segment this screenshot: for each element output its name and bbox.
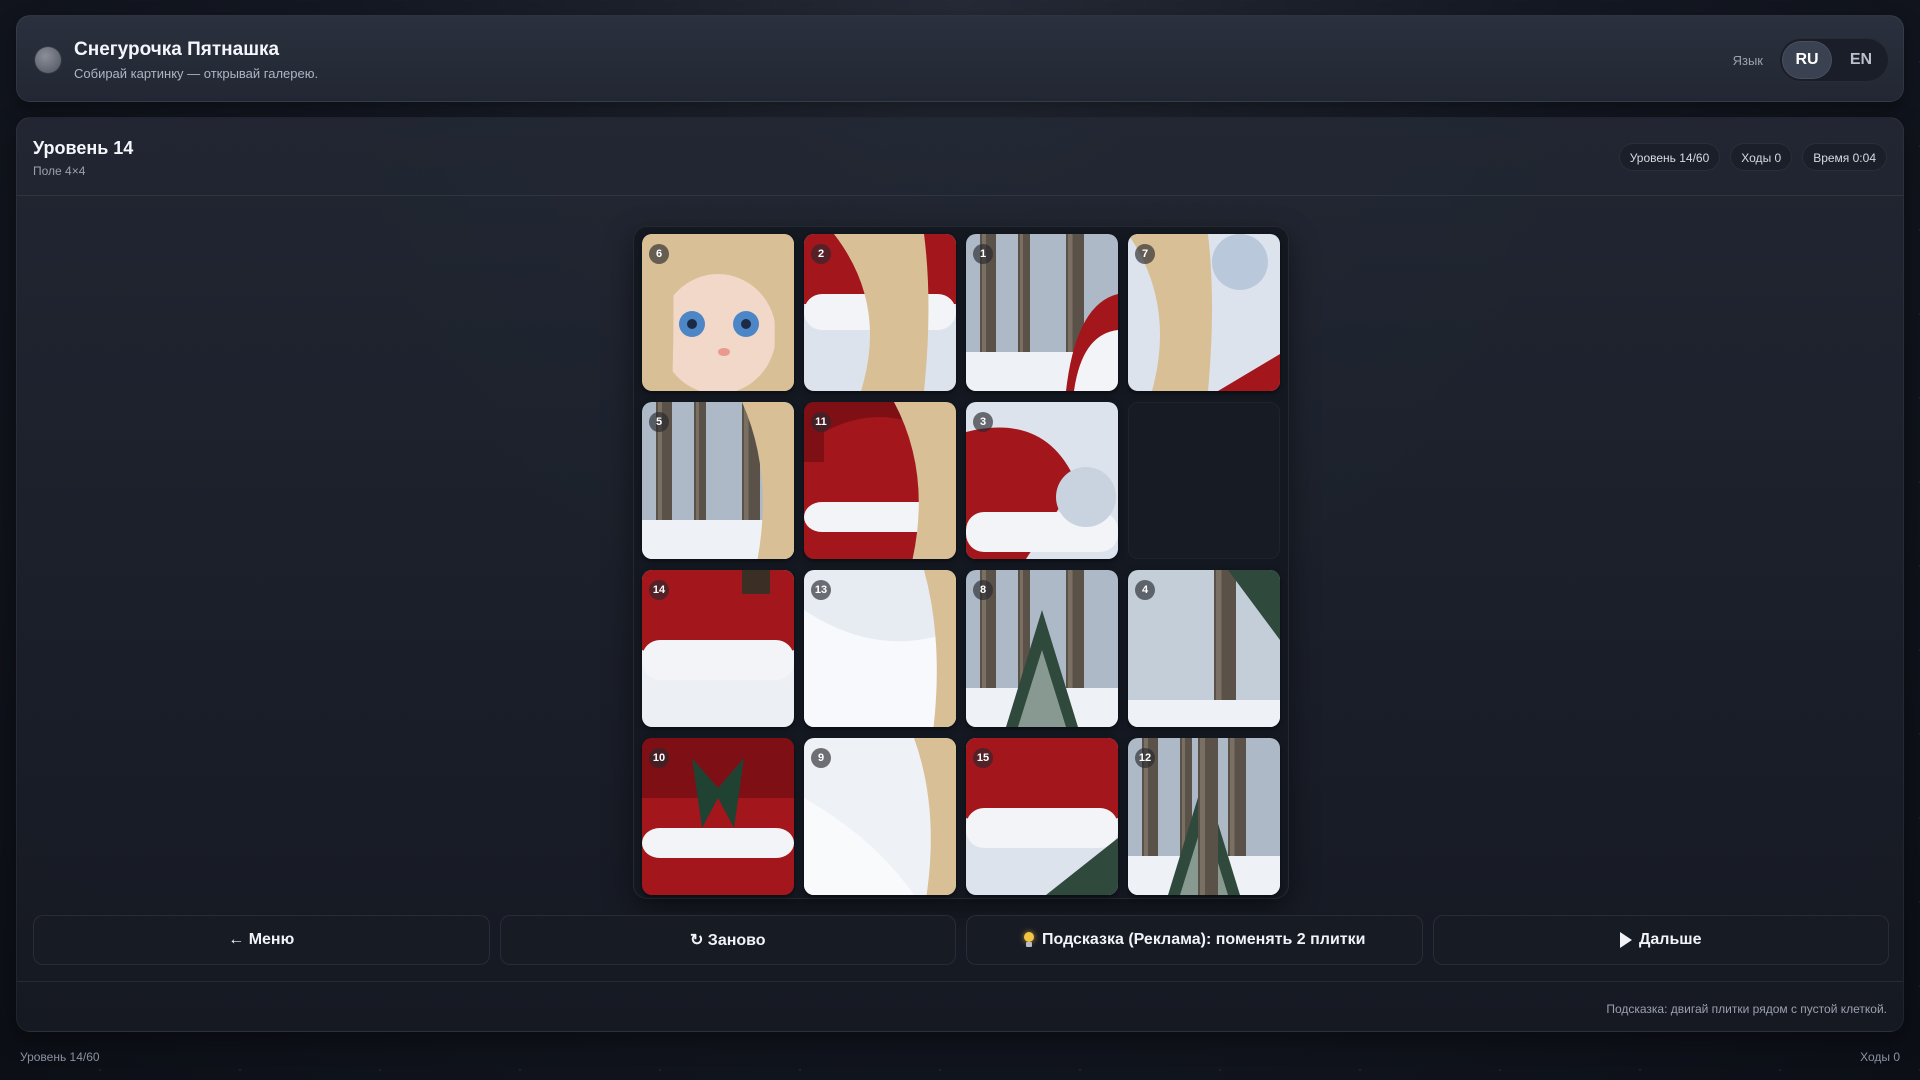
restart-button[interactable]: ↻ Заново: [499, 915, 956, 965]
board-size-label: Поле 4×4: [33, 164, 86, 178]
tile-number-badge: 1: [973, 244, 993, 264]
language-en-button[interactable]: EN: [1836, 41, 1886, 79]
puzzle-tile[interactable]: 6: [642, 234, 794, 391]
tile-number-badge: 9: [811, 748, 831, 768]
lightbulb-icon: [1023, 932, 1035, 948]
tile-number-badge: 11: [811, 412, 831, 432]
puzzle-tile[interactable]: 2: [804, 234, 956, 391]
puzzle-tile[interactable]: 10: [642, 738, 794, 895]
header-divider: [17, 195, 1903, 196]
footer-divider: [17, 981, 1903, 982]
puzzle-tile[interactable]: 13: [804, 570, 956, 727]
app-logo-icon: [35, 47, 61, 73]
language-switcher: RU EN: [1779, 38, 1889, 82]
next-button-label: Дальше: [1638, 931, 1702, 948]
menu-button-label: ← Меню: [228, 931, 295, 948]
action-bar: ← Меню ↻ Заново Подсказка (Реклама): пом…: [33, 915, 1889, 965]
level-counter-badge: Уровень 14/60: [1618, 143, 1721, 171]
tile-number-badge: 7: [1135, 244, 1155, 264]
tile-number-badge: 3: [973, 412, 993, 432]
app-header: Снегурочка Пятнашка Собирай картинку — о…: [16, 15, 1904, 102]
puzzle-tile[interactable]: 5: [642, 402, 794, 559]
footer-level: Уровень 14/60: [20, 1050, 100, 1064]
puzzle-board: 6 2 1 7 5 11 3 14 13 8 4 10 9 15 12: [633, 226, 1289, 899]
play-icon: [1619, 932, 1632, 948]
menu-button[interactable]: ← Меню: [33, 915, 490, 965]
timer-badge: Время 0:04: [1802, 143, 1887, 171]
tile-number-badge: 14: [649, 580, 669, 600]
puzzle-tile[interactable]: 11: [804, 402, 956, 559]
app-title: Снегурочка Пятнашка: [74, 39, 280, 60]
tile-number-badge: 13: [811, 580, 831, 600]
hint-text: Подсказка: двигай плитки рядом с пустой …: [1606, 1002, 1887, 1016]
empty-cell: [1128, 402, 1280, 559]
hint-swap-button[interactable]: Подсказка (Реклама): поменять 2 плитки: [966, 915, 1423, 965]
language-label: Язык: [1732, 53, 1763, 68]
footer-moves: Ходы 0: [1860, 1050, 1900, 1064]
game-panel: Уровень 14 Поле 4×4 Уровень 14/60 Ходы 0…: [16, 117, 1904, 1032]
level-title: Уровень 14: [33, 138, 134, 158]
tile-number-badge: 4: [1135, 580, 1155, 600]
tile-number-badge: 6: [649, 244, 669, 264]
puzzle-tile[interactable]: 7: [1128, 234, 1280, 391]
hint-button-label: Подсказка (Реклама): поменять 2 плитки: [1042, 931, 1366, 948]
tile-number-badge: 8: [973, 580, 993, 600]
tile-number-badge: 5: [649, 412, 669, 432]
puzzle-tile[interactable]: 3: [966, 402, 1118, 559]
tile-number-badge: 15: [973, 748, 993, 768]
puzzle-tile[interactable]: 4: [1128, 570, 1280, 727]
puzzle-tile[interactable]: 12: [1128, 738, 1280, 895]
puzzle-tile[interactable]: 15: [966, 738, 1118, 895]
puzzle-tile[interactable]: 9: [804, 738, 956, 895]
puzzle-tile[interactable]: 8: [966, 570, 1118, 727]
puzzle-tile[interactable]: 1: [966, 234, 1118, 391]
next-level-button[interactable]: Дальше: [1432, 915, 1889, 965]
language-ru-button[interactable]: RU: [1782, 41, 1832, 79]
moves-counter-badge: Ходы 0: [1730, 143, 1793, 171]
puzzle-tile[interactable]: 14: [642, 570, 794, 727]
restart-button-label: ↻ Заново: [689, 932, 766, 949]
tile-number-badge: 2: [811, 244, 831, 264]
tile-number-badge: 10: [649, 748, 669, 768]
stats-bar: Уровень 14/60 Ходы 0 Время 0:04: [1618, 143, 1887, 171]
app-subtitle: Собирай картинку — открывай галерею.: [74, 66, 319, 81]
tile-number-badge: 12: [1135, 748, 1155, 768]
